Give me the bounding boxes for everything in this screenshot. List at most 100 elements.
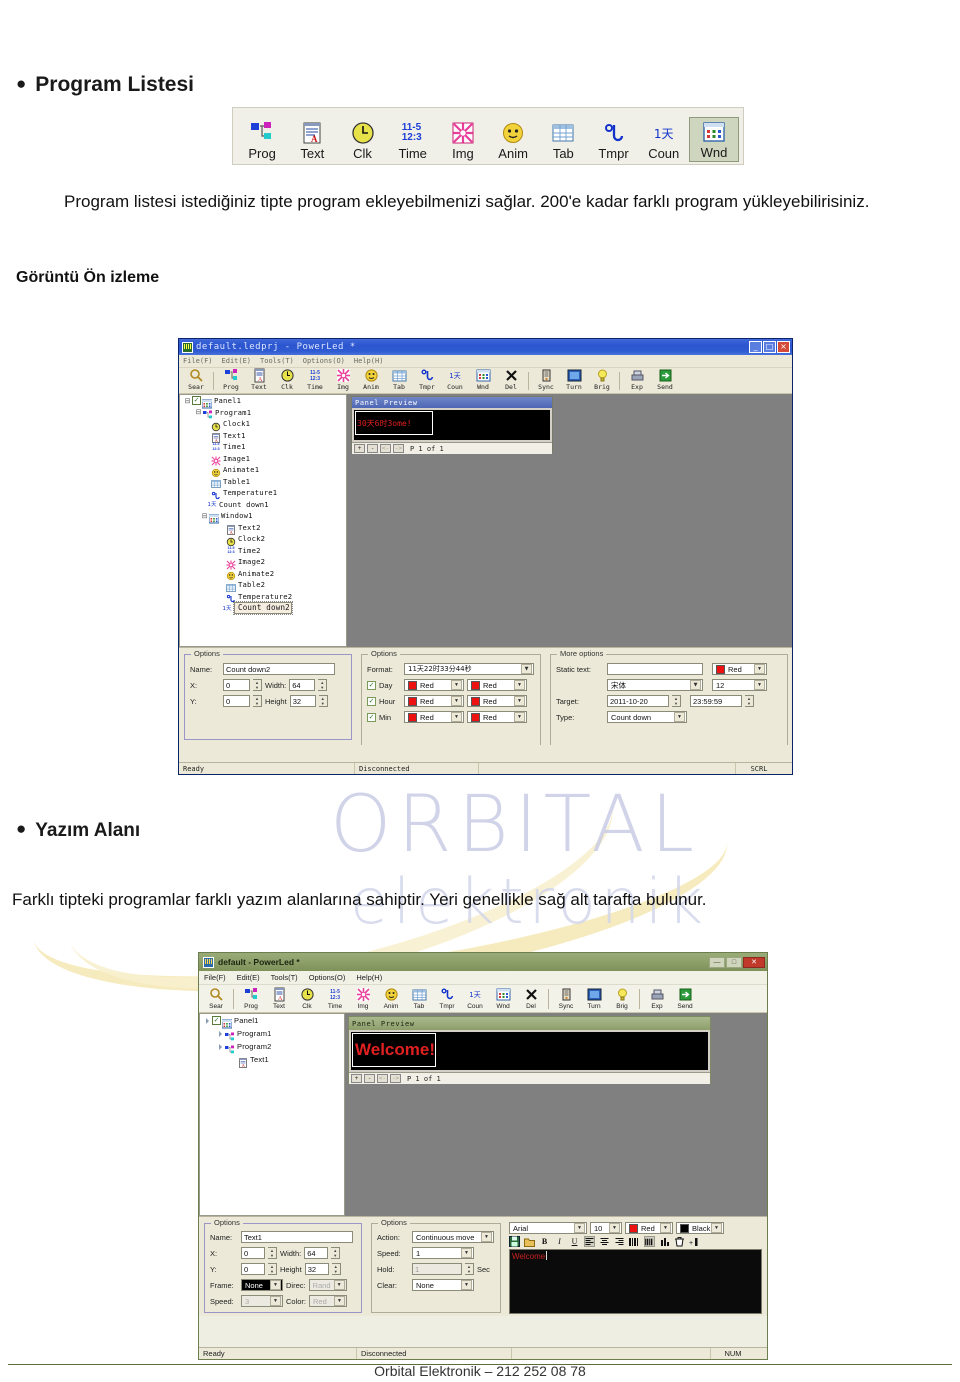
expander-arrow-icon[interactable] xyxy=(216,1028,225,1039)
toolbar-button-anim[interactable]: Anim xyxy=(357,368,385,392)
field-min[interactable]: ✓ Min Red ▼ Red ▼ xyxy=(367,711,535,723)
editor-size-select[interactable]: 10 ▼ xyxy=(590,1222,622,1234)
tree-item-program1[interactable]: ⊟ Program1 xyxy=(180,407,346,419)
toolbar-item-coun[interactable]: 1天 Coun xyxy=(639,120,689,162)
chevron-down-icon[interactable]: ▼ xyxy=(754,664,765,674)
toolbar-button-prog[interactable]: Prog xyxy=(217,368,245,392)
day-color1-select[interactable]: Red ▼ xyxy=(404,679,464,691)
chevron-down-icon[interactable]: ▼ xyxy=(334,1296,346,1306)
panel-checkbox[interactable] xyxy=(192,396,201,406)
toolbar-button-sync[interactable]: Sync xyxy=(552,987,580,1011)
prev-page-button[interactable]: <- xyxy=(377,1074,388,1083)
add-page-button[interactable]: + xyxy=(354,444,365,453)
save-icon[interactable] xyxy=(509,1236,520,1247)
resize-grip-icon[interactable] xyxy=(755,1348,767,1359)
speed-select[interactable]: 1 ▼ xyxy=(412,1247,474,1259)
tree-item-animate1[interactable]: Animate1 xyxy=(180,464,346,477)
open-icon[interactable] xyxy=(524,1236,535,1247)
field-hold[interactable]: Hold: 1 ▲ ▼ Sec xyxy=(377,1263,495,1275)
powerled-window-2[interactable]: default - PowerLed * — □ ✕ File(F) Edit(… xyxy=(198,952,768,1360)
editor-content-area[interactable]: Welcome xyxy=(509,1249,762,1314)
expander-minus-icon[interactable]: ⊟ xyxy=(200,510,209,521)
field-target[interactable]: Target: 2011-10-20 ▲ ▼ 23:59:59 ▲ ▼ xyxy=(556,695,782,707)
expander-arrow-icon[interactable] xyxy=(203,1015,212,1026)
toolbar-button-sear[interactable]: Sear xyxy=(182,368,210,392)
toolbar-button-text[interactable]: A Text xyxy=(265,987,293,1011)
y-stepper[interactable]: ▲ ▼ xyxy=(268,1263,277,1275)
minimize-button[interactable]: _ xyxy=(749,341,762,353)
toolbar-item-wnd[interactable]: Wnd xyxy=(688,117,740,162)
clear-select[interactable]: None ▼ xyxy=(412,1279,474,1291)
menu-help[interactable]: Help(H) xyxy=(354,357,384,365)
field-clear[interactable]: Clear: None ▼ xyxy=(377,1279,495,1291)
expander-minus-icon[interactable]: ⊟ xyxy=(183,395,192,406)
field-name[interactable]: Name: Count down2 xyxy=(190,663,346,675)
width-input[interactable]: 64 xyxy=(304,1247,329,1259)
chevron-down-icon[interactable]: ▼ xyxy=(451,712,462,722)
toolbar-button-brig[interactable]: Brig xyxy=(588,368,616,392)
x-stepper[interactable]: ▲ ▼ xyxy=(253,679,262,691)
height-input[interactable]: 32 xyxy=(304,1263,329,1275)
chevron-down-icon[interactable]: ▼ xyxy=(481,1232,492,1242)
toolbar-button-anim[interactable]: Anim xyxy=(377,987,405,1011)
toolbar-button-tab[interactable]: Tab xyxy=(385,368,413,392)
tree-item-program2[interactable]: Program2 xyxy=(200,1040,344,1053)
y-input[interactable]: 0 xyxy=(241,1263,265,1275)
tree-item-image2[interactable]: Image2 xyxy=(180,556,346,570)
align-center-icon[interactable] xyxy=(599,1236,610,1247)
chevron-down-icon[interactable]: ▼ xyxy=(461,1280,472,1290)
chevron-down-icon[interactable]: ▼ xyxy=(333,1280,345,1290)
titlebar[interactable]: default.ledprj - PowerLed * _ □ × xyxy=(179,339,792,355)
field-speed-color[interactable]: Speed: 3 ▼ Color: Red ▼ xyxy=(210,1295,356,1307)
action-select[interactable]: Continuous move ▼ xyxy=(412,1231,494,1243)
menu-help[interactable]: Help(H) xyxy=(356,973,382,982)
frame-select[interactable]: None ▼ xyxy=(241,1279,283,1291)
target-time-stepper[interactable]: ▲ ▼ xyxy=(745,695,754,707)
chevron-down-icon[interactable]: ▼ xyxy=(270,1280,281,1290)
toolbar-item-tab[interactable]: Tab xyxy=(538,120,588,162)
direc-select[interactable]: Rand ▼ xyxy=(308,1279,347,1291)
name-input[interactable]: Count down2 xyxy=(223,663,335,675)
tree-item-program1[interactable]: Program1 xyxy=(200,1027,344,1040)
menubar[interactable]: File(F) Edit(E) Tools(T) Options(O) Help… xyxy=(179,355,792,368)
static-color-select[interactable]: Red ▼ xyxy=(712,663,767,675)
maximize-button[interactable]: □ xyxy=(763,341,776,353)
toolbar-item-prog[interactable]: Prog xyxy=(237,120,287,162)
toolbar-button-sear[interactable]: Sear xyxy=(202,987,230,1011)
menu-tools[interactable]: Tools(T) xyxy=(271,973,298,982)
menu-edit[interactable]: Edit(E) xyxy=(237,973,260,982)
width-stepper[interactable]: ▲ ▼ xyxy=(318,679,328,691)
toolbar-button-img[interactable]: Img xyxy=(329,368,357,392)
app-toolbar[interactable]: Sear Prog A Text Clk 11-512:3 Time Img xyxy=(199,985,767,1013)
panel-checkbox[interactable] xyxy=(212,1016,221,1025)
tree-item-window1[interactable]: ⊟ Window1 xyxy=(180,510,346,524)
toolbar-button-exp[interactable]: Exp xyxy=(623,368,651,392)
font-size-select[interactable]: 12 ▼ xyxy=(712,679,767,691)
field-action[interactable]: Action: Continuous move ▼ xyxy=(377,1231,495,1243)
hour-color2-select[interactable]: Red ▼ xyxy=(467,695,527,707)
width-stepper[interactable]: ▲ ▼ xyxy=(331,1247,341,1259)
format-select[interactable]: 11天22时33分44秒 ▼ xyxy=(404,663,534,675)
toolbar-button-time[interactable]: 11-5 12:3 Time xyxy=(301,368,329,392)
toolbar-item-tmpr[interactable]: Tmpr xyxy=(588,120,638,162)
minimize-button[interactable]: — xyxy=(709,956,725,968)
font-select[interactable]: 宋体 ▼ xyxy=(607,679,703,691)
x-input[interactable]: 0 xyxy=(241,1247,265,1259)
column-icon[interactable] xyxy=(659,1236,670,1247)
add-page-button[interactable]: + xyxy=(351,1074,362,1083)
prev-page-button[interactable]: <- xyxy=(380,444,391,453)
day-color2-select[interactable]: Red ▼ xyxy=(467,679,527,691)
chevron-down-icon[interactable]: ▼ xyxy=(754,680,765,690)
chevron-down-icon[interactable]: ▼ xyxy=(514,680,525,690)
field-type[interactable]: Type: Count down ▼ xyxy=(556,711,782,723)
tree-item-panel1[interactable]: ⊟ Panel1 xyxy=(180,395,346,409)
tree-item-panel1[interactable]: Panel1 xyxy=(200,1014,344,1028)
remove-page-button[interactable]: - xyxy=(367,444,378,453)
next-page-button[interactable]: -> xyxy=(390,1074,401,1083)
min-color1-select[interactable]: Red ▼ xyxy=(404,711,464,723)
toolbar-button-tmpr[interactable]: Tmpr xyxy=(413,368,441,392)
toolbar-item-clk[interactable]: Clk xyxy=(337,120,387,162)
menu-edit[interactable]: Edit(E) xyxy=(222,357,252,365)
height-input[interactable]: 32 xyxy=(289,695,316,707)
bold-icon[interactable]: B xyxy=(539,1236,550,1247)
